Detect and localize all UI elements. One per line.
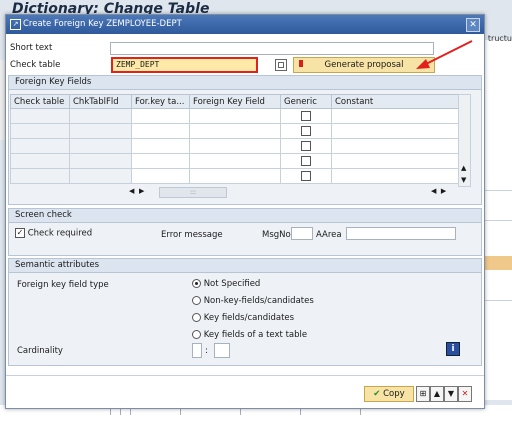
hierarchy-icon[interactable]: ⊞: [416, 386, 430, 402]
background-right-text: tructu: [487, 34, 512, 43]
scroll-right-icon[interactable]: ▶: [139, 187, 144, 195]
radio-icon[interactable]: [192, 296, 201, 305]
column-header[interactable]: Constant: [331, 94, 459, 109]
error-message-label: Error message: [161, 230, 223, 240]
background-rule: [484, 190, 512, 191]
radio-icon[interactable]: [192, 330, 201, 339]
radio-not-specified[interactable]: Not Specified: [192, 279, 260, 289]
screen-check-header: Screen check: [9, 209, 481, 223]
check-table-input[interactable]: ZEMP_DEPT: [111, 57, 258, 73]
scroll-left-icon[interactable]: ◀ ▶: [431, 187, 446, 195]
column-header[interactable]: For.key ta...: [131, 94, 190, 109]
check-required-checkbox[interactable]: ✓: [15, 228, 25, 238]
column-header[interactable]: ChkTablFld: [69, 94, 132, 109]
table-row: [10, 168, 459, 184]
table-row: [10, 108, 459, 124]
radio-non-key-fields[interactable]: Non-key-fields/candidates: [192, 296, 314, 306]
msgno-input[interactable]: [291, 227, 313, 240]
dialog-titlebar[interactable]: ↗ Create Foreign Key ZEMPLOYEE-DEPT ✕: [6, 15, 484, 34]
semantic-attributes-header: Semantic attributes: [9, 259, 481, 273]
copy-label: Copy: [383, 389, 405, 399]
close-icon[interactable]: ✕: [466, 18, 480, 32]
checkmark-icon: ✔: [373, 389, 381, 399]
dialog-title: Create Foreign Key ZEMPLOYEE-DEPT: [23, 19, 182, 29]
cardinality-separator: :: [205, 346, 208, 356]
scroll-left-icon[interactable]: ◀: [129, 187, 134, 195]
msgno-label: MsgNo: [262, 230, 291, 240]
table-row: [10, 138, 459, 154]
column-header[interactable]: Foreign Key Field: [189, 94, 281, 109]
cardinality-left-input[interactable]: [192, 343, 202, 358]
create-foreign-key-dialog: ↗ Create Foreign Key ZEMPLOYEE-DEPT ✕ Sh…: [5, 14, 485, 409]
vertical-scrollbar[interactable]: ▲ ▼: [458, 94, 471, 187]
foreign-key-fields-header: Foreign Key Fields: [9, 76, 481, 90]
table-row: [10, 153, 459, 169]
radio-selected-icon[interactable]: [192, 279, 201, 288]
semantic-attributes-section: Semantic attributes Foreign key field ty…: [8, 258, 482, 366]
check-table-label: Check table: [10, 60, 61, 70]
fk-field-type-label: Foreign key field type: [17, 280, 109, 290]
radio-label: Key fields/candidates: [203, 313, 295, 323]
scroll-up-icon[interactable]: ▲: [461, 164, 466, 172]
scroll-down-icon[interactable]: ▼: [461, 176, 466, 184]
info-icon[interactable]: i: [446, 342, 460, 356]
short-text-input[interactable]: [110, 42, 434, 55]
column-header[interactable]: Check table: [10, 94, 70, 109]
copy-button[interactable]: ✔ Copy: [364, 386, 414, 402]
radio-label: Not Specified: [203, 279, 261, 289]
check-required-label: Check required: [27, 228, 93, 239]
flag-icon: [299, 60, 303, 67]
generate-proposal-label: Generate proposal: [324, 60, 404, 70]
generic-checkbox[interactable]: [301, 170, 311, 181]
dialog-window-icon: ↗: [10, 19, 21, 30]
annotation-arrow: [416, 40, 473, 69]
value-help-icon[interactable]: [275, 59, 287, 71]
background-rule: [484, 300, 512, 301]
background-highlight-band: [484, 256, 512, 270]
aarea-label: AArea: [316, 230, 342, 240]
column-header[interactable]: Generic: [280, 94, 332, 109]
cardinality-right-input[interactable]: [214, 343, 230, 358]
aarea-input[interactable]: [346, 227, 456, 240]
generic-checkbox[interactable]: [301, 125, 311, 136]
move-up-icon[interactable]: ▲: [430, 386, 444, 402]
foreign-key-fields-table: Check table ChkTablFld For.key ta... For…: [10, 94, 459, 184]
radio-key-fields-text-table[interactable]: Key fields of a text table: [192, 330, 307, 340]
cancel-icon[interactable]: ✕: [458, 386, 472, 402]
footer-divider: [6, 375, 484, 376]
radio-label: Non-key-fields/candidates: [203, 296, 314, 306]
horizontal-scroll-thumb[interactable]: :::: [159, 187, 227, 198]
table-row: [10, 123, 459, 139]
background-rule: [484, 220, 512, 221]
radio-key-fields[interactable]: Key fields/candidates: [192, 313, 294, 323]
generic-checkbox[interactable]: [301, 155, 311, 166]
short-text-label: Short text: [10, 43, 53, 53]
radio-label: Key fields of a text table: [203, 330, 308, 340]
move-down-icon[interactable]: ▼: [444, 386, 458, 402]
screen-check-section: Screen check ✓ Check required Error mess…: [8, 208, 482, 256]
radio-icon[interactable]: [192, 313, 201, 322]
horizontal-scrollbar[interactable]: ◀ ▶ :::: [129, 187, 249, 198]
check-required-option[interactable]: ✓ Check required: [15, 228, 92, 239]
generic-checkbox[interactable]: [301, 110, 311, 121]
generic-checkbox[interactable]: [301, 140, 311, 151]
cardinality-label: Cardinality: [17, 346, 63, 356]
